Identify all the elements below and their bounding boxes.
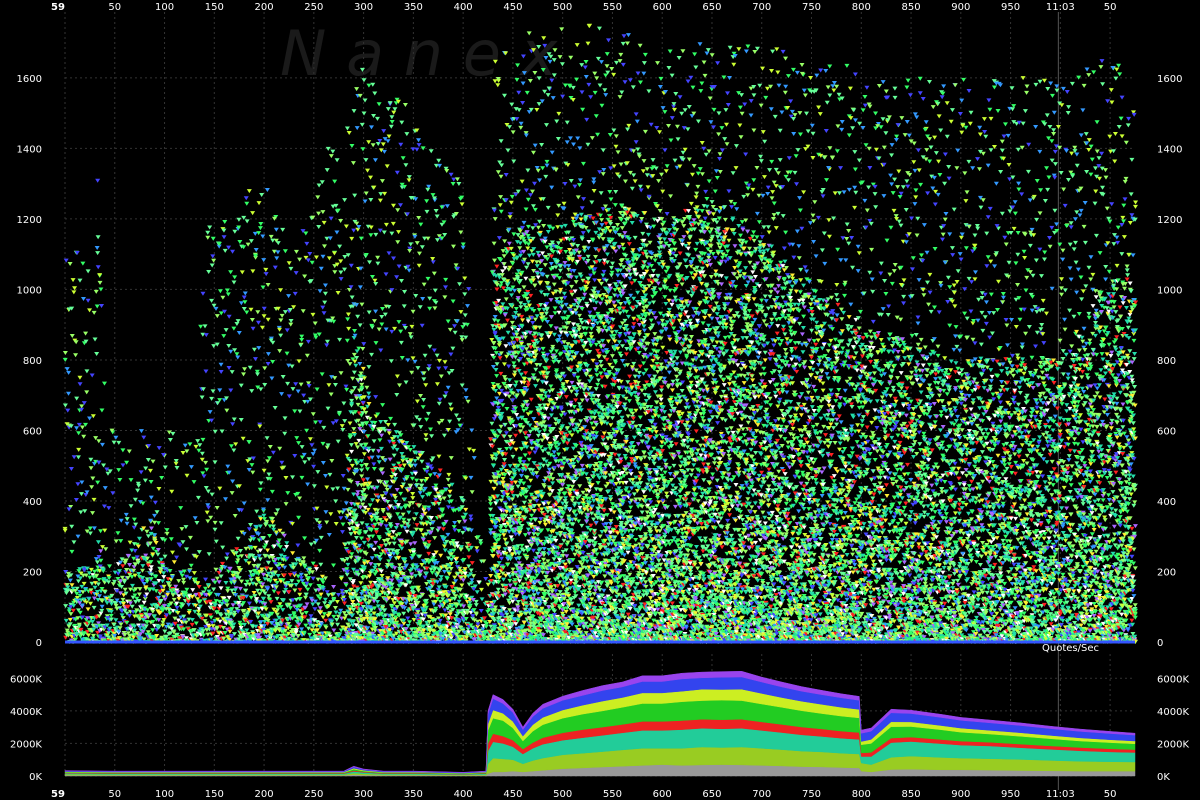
nanex-chart: N a n e x 595950501001001501502002002502… [0, 0, 1200, 800]
